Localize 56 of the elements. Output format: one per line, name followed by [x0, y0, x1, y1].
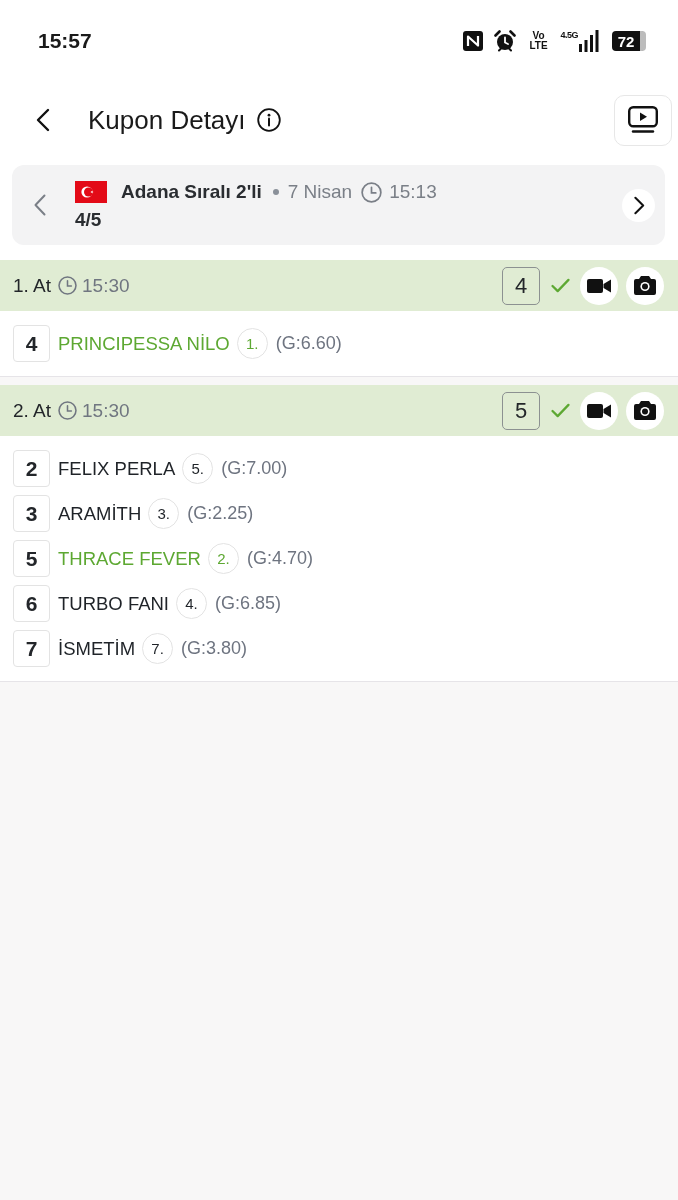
horse-name: PRINCIPESSA NİLO — [58, 332, 230, 355]
horse-odds: (G:4.70) — [246, 548, 313, 569]
live-stream-button[interactable] — [614, 94, 672, 146]
horse-name: TURBO FANI — [58, 592, 169, 615]
clock-icon — [361, 181, 383, 203]
photo-button[interactable] — [626, 391, 664, 430]
horse-number: 3 — [13, 495, 50, 532]
horse-name: İSMETİM — [58, 637, 136, 660]
volte-indicator: Vo LTE — [528, 31, 549, 51]
page-title: Kupon Detayı — [88, 104, 246, 136]
race-name: Adana Sıralı 2'li — [121, 181, 262, 203]
info-icon[interactable] — [256, 108, 281, 132]
horse-number: 7 — [13, 630, 50, 667]
chevron-right-icon — [634, 195, 645, 215]
nfc-icon — [463, 31, 484, 51]
race-index-label: 4/5 — [75, 209, 102, 231]
horse-odds: (G:3.80) — [181, 638, 248, 659]
camera-icon — [634, 276, 656, 295]
horse-number: 5 — [13, 540, 50, 577]
signal-bars-icon — [579, 30, 599, 52]
status-time: 15:57 — [38, 27, 92, 53]
video-camera-icon — [587, 277, 611, 294]
result-number: 5 — [502, 391, 540, 430]
alarm-clock-icon — [494, 30, 517, 52]
chevron-left-icon — [34, 194, 46, 216]
flag-icon — [75, 181, 107, 203]
horse-odds: (G:6.60) — [275, 333, 342, 354]
battery-indicator: 72 — [612, 31, 646, 51]
clock-icon — [58, 276, 78, 295]
horse-number: 4 — [13, 325, 50, 362]
leg-time: 15:30 — [82, 399, 130, 422]
horse-name: THRACE FEVER — [58, 547, 201, 570]
horse-number: 6 — [13, 585, 50, 622]
video-camera-icon — [587, 402, 611, 419]
video-button[interactable] — [580, 266, 618, 305]
horse-number: 2 — [13, 450, 50, 487]
horse-name: FELIX PERLA — [58, 457, 176, 480]
horse-odds: (G:2.25) — [187, 503, 254, 524]
next-race-button[interactable] — [622, 188, 655, 222]
result-number: 4 — [502, 266, 540, 305]
race-date: 7 Nisan — [287, 181, 353, 203]
separator-dot-icon — [272, 189, 279, 195]
leg-label: 2. At — [13, 399, 52, 422]
camera-icon — [634, 401, 656, 420]
race-time: 15:13 — [389, 181, 437, 203]
horse-odds: (G:7.00) — [221, 458, 288, 479]
leg-time: 15:30 — [82, 274, 130, 297]
horse-name: ARAMİTH — [58, 502, 142, 525]
clock-icon — [58, 401, 78, 420]
leg-label: 1. At — [13, 274, 52, 297]
back-chevron-icon — [36, 108, 50, 132]
tv-play-icon — [628, 106, 658, 134]
photo-button[interactable] — [626, 266, 664, 305]
network-type-label: 4.5G — [560, 30, 578, 40]
video-button[interactable] — [580, 391, 618, 430]
horse-odds: (G:6.85) — [215, 593, 282, 614]
